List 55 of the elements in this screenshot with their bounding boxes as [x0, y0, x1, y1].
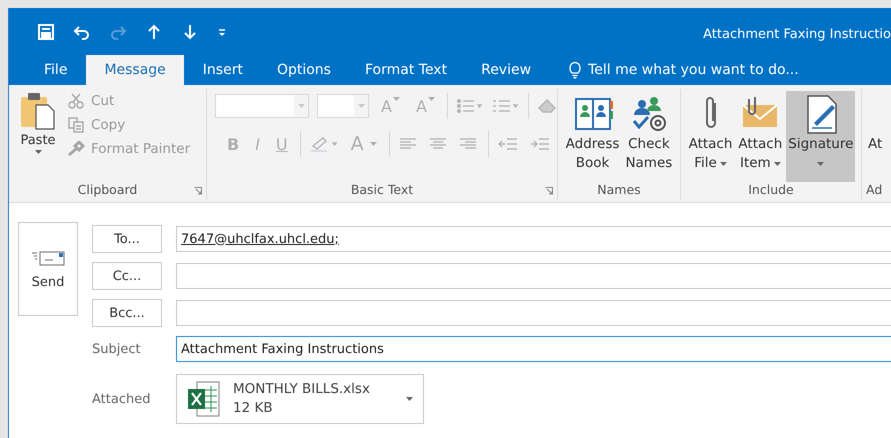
- send-button[interactable]: Send: [18, 222, 78, 316]
- tell-me-search[interactable]: Tell me what you want to do...: [568, 55, 799, 85]
- clipboard-icon: [19, 91, 57, 131]
- lightbulb-icon: [568, 61, 582, 79]
- ribbon-tab[interactable]: Format Text: [350, 55, 462, 85]
- paste-button[interactable]: Paste: [13, 89, 63, 182]
- caret-icon: [370, 142, 377, 146]
- caret-icon: [428, 96, 435, 100]
- group-label: Ad: [865, 182, 882, 199]
- ribbon-tab[interactable]: File: [29, 55, 82, 85]
- numbered-list-icon: [492, 98, 520, 114]
- bullet-list-icon: [456, 98, 484, 114]
- copy-icon: [67, 117, 85, 133]
- group-label: Clipboard: [78, 182, 138, 199]
- recipient-button[interactable]: To...: [92, 225, 162, 253]
- recipient-button[interactable]: Cc...: [92, 262, 162, 290]
- ribbon-button[interactable]: At: [866, 91, 884, 182]
- attached-label: Attached: [92, 392, 152, 406]
- caret-icon: [298, 104, 304, 108]
- ribbon-tab[interactable]: Review: [466, 55, 546, 85]
- recipient-field[interactable]: [176, 263, 891, 289]
- check-names-button[interactable]: Check Names: [623, 91, 674, 182]
- caret-icon: [34, 150, 42, 154]
- recipient-field[interactable]: [176, 300, 891, 326]
- file-name: MONTHLY BILLS.xlsx: [233, 380, 371, 399]
- save-icon[interactable]: [37, 22, 55, 40]
- ribbon-tab[interactable]: Insert: [188, 55, 258, 85]
- address-book-button[interactable]: Address Book: [564, 91, 622, 182]
- spreadsheet-file-icon: [187, 380, 221, 418]
- caret-icon: [774, 162, 781, 166]
- ribbon-tab[interactable]: Options: [262, 55, 346, 85]
- dialog-launcher-icon[interactable]: [194, 187, 202, 195]
- recipient-button[interactable]: Bcc...: [92, 299, 162, 327]
- attach-item-button[interactable]: Attach Item: [736, 91, 784, 182]
- group-label: Names: [597, 182, 641, 199]
- caret-icon: [358, 104, 364, 108]
- signature-button[interactable]: Signature: [786, 91, 856, 182]
- caret-icon: [817, 162, 824, 166]
- highlighter-icon: [308, 136, 339, 152]
- ribbon-tab[interactable]: Message: [86, 55, 184, 85]
- customize-icon[interactable]: [217, 26, 227, 36]
- file-size: 12 KB: [233, 399, 274, 418]
- dropdown-caret-icon: [406, 397, 413, 401]
- subject-label: Subject: [92, 342, 142, 356]
- scissors-icon: [67, 93, 85, 109]
- group-label: Basic Text: [350, 182, 414, 199]
- attachment-item[interactable]: MONTHLY BILLS.xlsx 12 KB: [176, 374, 424, 424]
- group-label: Include: [748, 182, 794, 199]
- attach-file-button[interactable]: Attach File: [686, 91, 734, 182]
- caret-icon: [720, 162, 727, 166]
- window-title: Attachment Faxing Instructio: [703, 26, 891, 42]
- recipient-field[interactable]: 7647@uhclfax.uhcl.edu;: [176, 226, 891, 252]
- subject-field[interactable]: Attachment Faxing Instructions: [176, 336, 891, 362]
- caret-icon: [392, 96, 400, 100]
- envelope-icon: [31, 248, 65, 266]
